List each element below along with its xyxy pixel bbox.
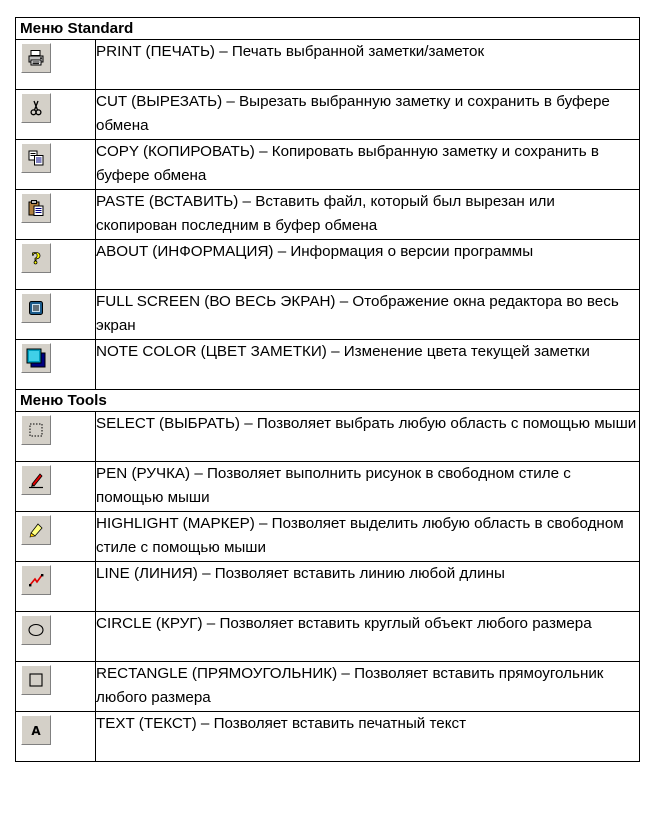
description-cell: LINE (ЛИНИЯ) – Позволяет вставить линию … bbox=[95, 561, 640, 612]
svg-text:?: ? bbox=[31, 249, 40, 267]
command-description: Позволяет вставить круглый объект любого… bbox=[219, 615, 592, 632]
separator: – bbox=[202, 615, 220, 632]
copy-icon bbox=[21, 143, 51, 173]
command-name: CUT (ВЫРЕЗАТЬ) bbox=[96, 93, 223, 110]
icon-cell bbox=[15, 661, 96, 712]
table-row: COPY (КОПИРОВАТЬ) – Копировать выбранную… bbox=[15, 139, 640, 190]
description-cell: PRINT (ПЕЧАТЬ) – Печать выбранной заметк… bbox=[95, 39, 640, 90]
table-body: Меню Standard PRINT (ПЕЧАТЬ) – Печать выб… bbox=[15, 17, 640, 762]
table-row: PASTE (ВСТАВИТЬ) – Вставить файл, которы… bbox=[15, 189, 640, 240]
icon-cell bbox=[15, 339, 96, 390]
select-marquee-icon bbox=[21, 415, 51, 445]
table-row: HIGHLIGHT (МАРКЕР) – Позволяет выделить … bbox=[15, 511, 640, 562]
rectangle-icon bbox=[21, 665, 51, 695]
icon-cell bbox=[15, 89, 96, 140]
separator: – bbox=[239, 415, 257, 432]
separator: – bbox=[222, 93, 240, 110]
icon-cell bbox=[15, 511, 96, 562]
question-mark-icon: ? bbox=[21, 243, 51, 273]
scissors-icon bbox=[21, 93, 51, 123]
separator: – bbox=[339, 293, 353, 310]
section-title: Меню Standard bbox=[15, 17, 640, 40]
description-cell: FULL SCREEN (ВО ВЕСЬ ЭКРАН) – Отображени… bbox=[95, 289, 640, 340]
command-name: PASTE (ВСТАВИТЬ) bbox=[96, 193, 239, 210]
printer-icon bbox=[21, 43, 51, 73]
command-name: PEN (РУЧКА) bbox=[96, 465, 191, 482]
pen-icon bbox=[21, 465, 51, 495]
command-description: Позволяет вставить печатный текст bbox=[213, 715, 467, 732]
description-cell: COPY (КОПИРОВАТЬ) – Копировать выбранную… bbox=[95, 139, 640, 190]
command-name: RECTANGLE (ПРЯМОУГОЛЬНИК) bbox=[96, 665, 338, 682]
highlighter-icon bbox=[21, 515, 51, 545]
command-name: PRINT (ПЕЧАТЬ) bbox=[96, 43, 215, 60]
command-name: NOTE COLOR (ЦВЕТ ЗАМЕТКИ) bbox=[96, 343, 327, 360]
separator: – bbox=[196, 715, 214, 732]
description-cell: PEN (РУЧКА) – Позволяет выполнить рисуно… bbox=[95, 461, 640, 512]
section-header-row: Меню Tools bbox=[15, 389, 640, 412]
table-row: RECTANGLE (ПРЯМОУГОЛЬНИК) – Позволяет вс… bbox=[15, 661, 640, 712]
toolbar-reference-table: Меню Standard PRINT (ПЕЧАТЬ) – Печать выб… bbox=[15, 17, 640, 762]
command-name: HIGHLIGHT (МАРКЕР) bbox=[96, 515, 255, 532]
command-name: CIRCLE (КРУГ) bbox=[96, 615, 203, 632]
icon-cell: A bbox=[15, 711, 96, 762]
table-row: A TEXT (ТЕКСТ) – Позволяет вставить печат… bbox=[15, 711, 640, 762]
text-icon: A bbox=[21, 715, 51, 745]
full-screen-icon bbox=[21, 293, 51, 323]
description-cell: PASTE (ВСТАВИТЬ) – Вставить файл, которы… bbox=[95, 189, 640, 240]
command-name: SELECT (ВЫБРАТЬ) bbox=[96, 415, 240, 432]
separator: – bbox=[254, 143, 272, 160]
icon-cell bbox=[15, 561, 96, 612]
note-color-icon bbox=[21, 343, 51, 373]
command-name: FULL SCREEN (ВО ВЕСЬ ЭКРАН) bbox=[96, 293, 340, 310]
icon-cell bbox=[15, 139, 96, 190]
separator: – bbox=[214, 43, 232, 60]
icon-cell bbox=[15, 189, 96, 240]
description-cell: SELECT (ВЫБРАТЬ) – Позволяет выбрать люб… bbox=[95, 411, 640, 462]
circle-icon bbox=[21, 615, 51, 645]
command-name: LINE (ЛИНИЯ) bbox=[96, 565, 198, 582]
icon-cell: ? bbox=[15, 239, 96, 290]
description-cell: RECTANGLE (ПРЯМОУГОЛЬНИК) – Позволяет вс… bbox=[95, 661, 640, 712]
separator: – bbox=[254, 515, 272, 532]
command-description: Информация о версии программы bbox=[290, 243, 534, 260]
icon-cell bbox=[15, 461, 96, 512]
description-cell: HIGHLIGHT (МАРКЕР) – Позволяет выделить … bbox=[95, 511, 640, 562]
icon-cell bbox=[15, 611, 96, 662]
command-description: Изменение цвета текущей заметки bbox=[343, 343, 590, 360]
command-description: Позволяет выбрать любую область с помощь… bbox=[256, 415, 637, 432]
separator: – bbox=[337, 665, 355, 682]
description-cell: ABOUT (ИНФОРМАЦИЯ) – Информация о версии… bbox=[95, 239, 640, 290]
icon-cell bbox=[15, 411, 96, 462]
icon-cell bbox=[15, 39, 96, 90]
command-name: COPY (КОПИРОВАТЬ) bbox=[96, 143, 255, 160]
line-icon bbox=[21, 565, 51, 595]
separator: – bbox=[238, 193, 256, 210]
description-cell: TEXT (ТЕКСТ) – Позволяет вставить печатн… bbox=[95, 711, 640, 762]
separator: – bbox=[326, 343, 344, 360]
svg-text:A: A bbox=[31, 724, 41, 738]
separator: – bbox=[273, 243, 291, 260]
table-row: NOTE COLOR (ЦВЕТ ЗАМЕТКИ) – Изменение цв… bbox=[15, 339, 640, 390]
command-description: Позволяет вставить линию любой длины bbox=[214, 565, 505, 582]
description-cell: NOTE COLOR (ЦВЕТ ЗАМЕТКИ) – Изменение цв… bbox=[95, 339, 640, 390]
table-row: ? ABOUT (ИНФОРМАЦИЯ) – Информация о верси… bbox=[15, 239, 640, 290]
section-header-row: Меню Standard bbox=[15, 17, 640, 40]
command-name: TEXT (ТЕКСТ) bbox=[96, 715, 197, 732]
table-row: CIRCLE (КРУГ) – Позволяет вставить кругл… bbox=[15, 611, 640, 662]
table-row: LINE (ЛИНИЯ) – Позволяет вставить линию … bbox=[15, 561, 640, 612]
icon-cell bbox=[15, 289, 96, 340]
command-name: ABOUT (ИНФОРМАЦИЯ) bbox=[96, 243, 274, 260]
description-cell: CIRCLE (КРУГ) – Позволяет вставить кругл… bbox=[95, 611, 640, 662]
table-row: PRINT (ПЕЧАТЬ) – Печать выбранной заметк… bbox=[15, 39, 640, 90]
table-row: SELECT (ВЫБРАТЬ) – Позволяет выбрать люб… bbox=[15, 411, 640, 462]
separator: – bbox=[197, 565, 215, 582]
table-row: FULL SCREEN (ВО ВЕСЬ ЭКРАН) – Отображени… bbox=[15, 289, 640, 340]
section-title: Меню Tools bbox=[15, 389, 640, 412]
description-cell: CUT (ВЫРЕЗАТЬ) – Вырезать выбранную заме… bbox=[95, 89, 640, 140]
command-description: Печать выбранной заметки/заметок bbox=[231, 43, 485, 60]
table-row: PEN (РУЧКА) – Позволяет выполнить рисуно… bbox=[15, 461, 640, 512]
paste-icon bbox=[21, 193, 51, 223]
table-row: CUT (ВЫРЕЗАТЬ) – Вырезать выбранную заме… bbox=[15, 89, 640, 140]
separator: – bbox=[190, 465, 207, 482]
